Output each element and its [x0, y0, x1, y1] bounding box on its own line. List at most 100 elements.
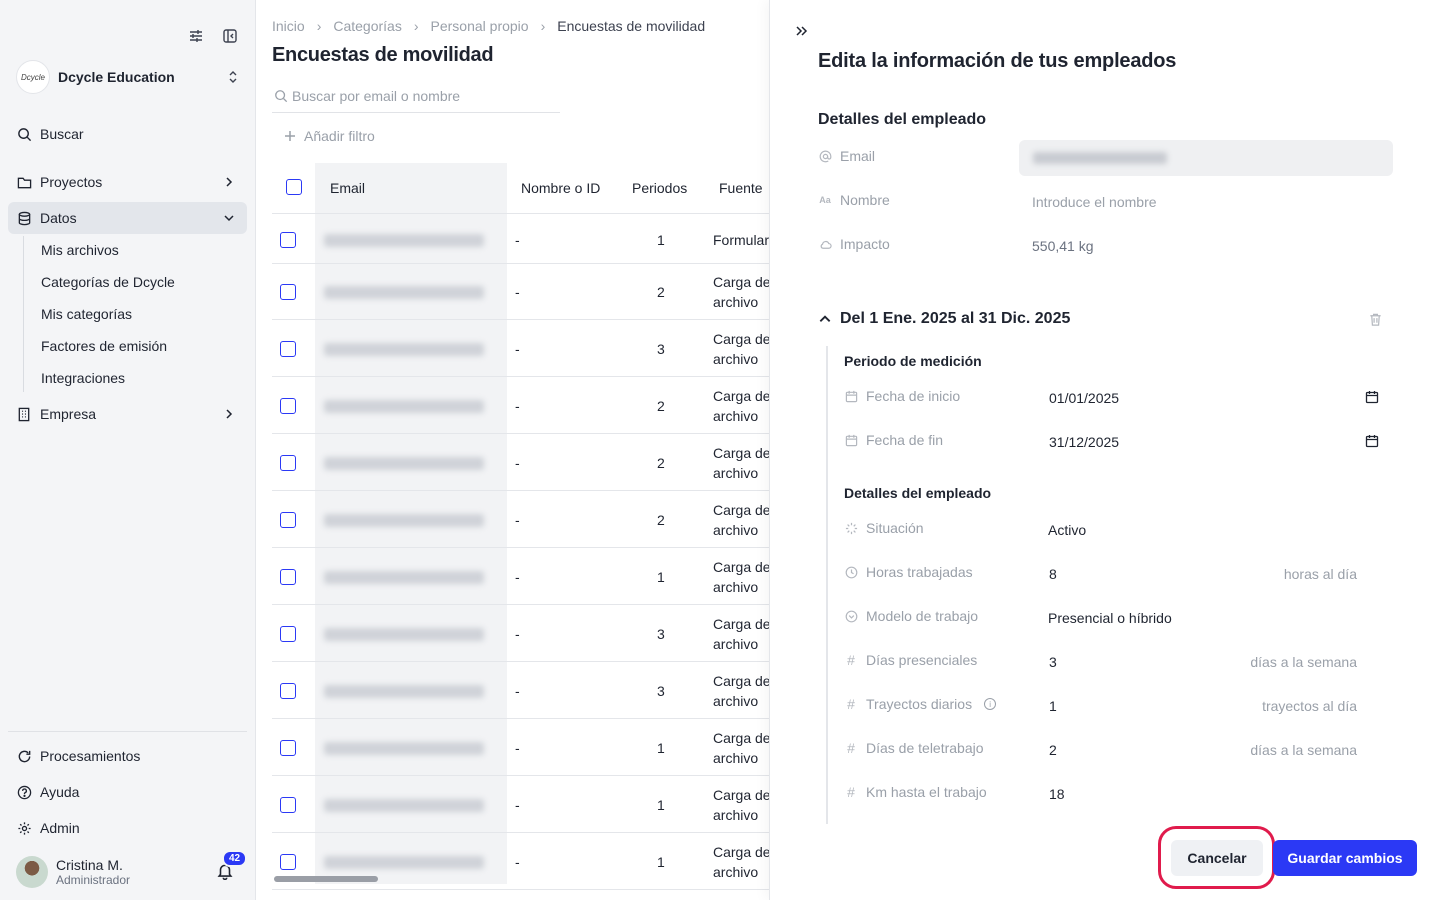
sidebar-item-help[interactable]: Ayuda [8, 776, 247, 808]
source-line-2: archivo [713, 408, 759, 424]
table-row[interactable]: - 1 Carga de archivo [272, 777, 769, 833]
user-menu[interactable]: Cristina M. Administrador 42 [16, 850, 248, 890]
sidebar-item-projects[interactable]: Proyectos [8, 166, 247, 198]
save-changes-button[interactable]: Guardar cambios [1273, 840, 1417, 876]
building-icon [16, 406, 32, 422]
hours-label: Horas trabajadas [866, 564, 973, 580]
sidebar-item-label: Empresa [40, 406, 97, 422]
row-checkbox[interactable] [280, 512, 296, 528]
column-name-id[interactable]: Nombre o ID [521, 180, 600, 196]
cancel-button[interactable]: Cancelar [1171, 840, 1263, 876]
work-model-select[interactable]: Presencial o híbrido [1048, 610, 1172, 626]
daily-trips-unit: trayectos al día [1262, 698, 1357, 714]
periods-cell: 1 [657, 231, 665, 248]
hash-icon: # [847, 740, 855, 756]
daily-trips-input[interactable]: 1 [1049, 698, 1057, 714]
breadcrumb-home[interactable]: Inicio [272, 18, 305, 34]
period-toggle[interactable]: Del 1 Ene. 2025 al 31 Dic. 2025 [818, 310, 1070, 328]
table-row[interactable]: - 3 Carga de archivo [272, 321, 769, 377]
source-line-1: Carga de [713, 844, 769, 860]
row-checkbox[interactable] [280, 231, 296, 248]
table-row[interactable]: - 2 Carga de archivo [272, 264, 769, 320]
sidebar-item-admin[interactable]: Admin [8, 812, 247, 844]
remote-days-input[interactable]: 2 [1049, 742, 1057, 758]
source-line-1: Carga de [713, 730, 769, 746]
notifications-button[interactable]: 42 [216, 850, 248, 882]
column-email[interactable]: Email [330, 180, 365, 196]
row-checkbox[interactable] [280, 740, 296, 756]
table-row[interactable]: - 2 Carga de archivo [272, 492, 769, 548]
row-checkbox[interactable] [280, 284, 296, 300]
email-redacted [324, 457, 484, 470]
sidebar-item-data[interactable]: Datos [8, 202, 247, 234]
km-input[interactable]: 18 [1049, 786, 1065, 802]
row-checkbox[interactable] [280, 797, 296, 813]
row-checkbox[interactable] [280, 626, 296, 642]
status-label: Situación [866, 520, 924, 536]
impact-label: Impacto [840, 236, 890, 252]
sidebar-subitem-emission-factors[interactable]: Factores de emisión [41, 336, 167, 356]
sidebar-subitem-my-files[interactable]: Mis archivos [41, 240, 119, 260]
sidebar-item-processing[interactable]: Procesamientos [8, 740, 247, 772]
filter-settings-icon[interactable] [187, 27, 205, 45]
column-periods[interactable]: Periodos [632, 180, 687, 196]
trash-icon[interactable] [1368, 312, 1384, 328]
row-checkbox[interactable] [280, 455, 296, 471]
row-checkbox[interactable] [280, 569, 296, 585]
help-icon [16, 784, 32, 800]
sidebar-subitem-my-categories[interactable]: Mis categorías [41, 304, 132, 324]
breadcrumb-categories[interactable]: Categorías [333, 18, 401, 34]
collapse-panel-icon[interactable] [794, 24, 810, 40]
sidebar-item-company[interactable]: Empresa [8, 398, 247, 430]
periods-cell: 1 [657, 854, 665, 870]
search-input[interactable] [292, 88, 532, 104]
sidebar-item-search[interactable]: Buscar [8, 118, 247, 150]
source-line-1: Carga de [713, 445, 769, 461]
notification-badge: 42 [222, 850, 248, 867]
row-checkbox[interactable] [280, 854, 296, 870]
name-label: Nombre [840, 192, 890, 208]
select-all-checkbox[interactable] [286, 179, 302, 195]
table-row[interactable]: - 3 Carga de archivo [272, 663, 769, 719]
source-line-2: archivo [713, 864, 759, 880]
add-filter-button[interactable]: Añadir filtro [284, 128, 375, 144]
info-icon[interactable]: i [984, 698, 997, 710]
horizontal-scrollbar[interactable] [274, 876, 378, 882]
sidebar-item-label: Buscar [40, 126, 84, 142]
sidebar-divider [8, 731, 247, 732]
onsite-days-input[interactable]: 3 [1049, 654, 1057, 670]
edit-employee-panel: Edita la información de tus empleados De… [769, 0, 1440, 900]
work-model-label: Modelo de trabajo [866, 608, 979, 624]
sidebar-subitem-integrations[interactable]: Integraciones [41, 368, 125, 388]
name-input[interactable]: Introduce el nombre [1032, 194, 1157, 210]
end-date-input[interactable]: 31/12/2025 [1049, 434, 1119, 450]
impact-row: Impacto [818, 236, 890, 252]
calendar-icon[interactable] [1365, 390, 1381, 406]
row-checkbox[interactable] [280, 683, 296, 699]
onsite-days-label: Días presenciales [866, 652, 978, 668]
calendar-icon[interactable] [1365, 434, 1381, 450]
source-line-2: archivo [713, 693, 759, 709]
submenu-line [23, 236, 24, 392]
table-row[interactable]: - 1 Formular [272, 215, 769, 264]
table-row[interactable]: - 2 Carga de archivo [272, 378, 769, 434]
row-checkbox[interactable] [280, 341, 296, 357]
status-select[interactable]: Activo [1048, 522, 1086, 538]
org-logo: Dcycle [16, 60, 50, 94]
start-date-input[interactable]: 01/01/2025 [1049, 390, 1119, 406]
email-redacted [324, 286, 484, 299]
search-bar [272, 80, 560, 113]
sidebar-subitem-dcycle-categories[interactable]: Categorías de Dcycle [41, 272, 175, 292]
breadcrumb-own-staff[interactable]: Personal propio [431, 18, 529, 34]
row-checkbox[interactable] [280, 398, 296, 414]
column-source[interactable]: Fuente [719, 180, 763, 196]
org-switcher[interactable]: Dcycle Dcycle Education [16, 60, 240, 94]
name-row: Aa Nombre [818, 192, 890, 208]
table-row[interactable]: - 2 Carga de archivo [272, 435, 769, 491]
sidebar: Dcycle Dcycle Education Buscar Proyectos… [0, 0, 256, 900]
table-row[interactable]: - 3 Carga de archivo [272, 606, 769, 662]
collapse-sidebar-icon[interactable] [221, 27, 239, 45]
table-row[interactable]: - 1 Carga de archivo [272, 549, 769, 605]
table-row[interactable]: - 1 Carga de archivo [272, 720, 769, 776]
hours-input[interactable]: 8 [1049, 566, 1057, 582]
